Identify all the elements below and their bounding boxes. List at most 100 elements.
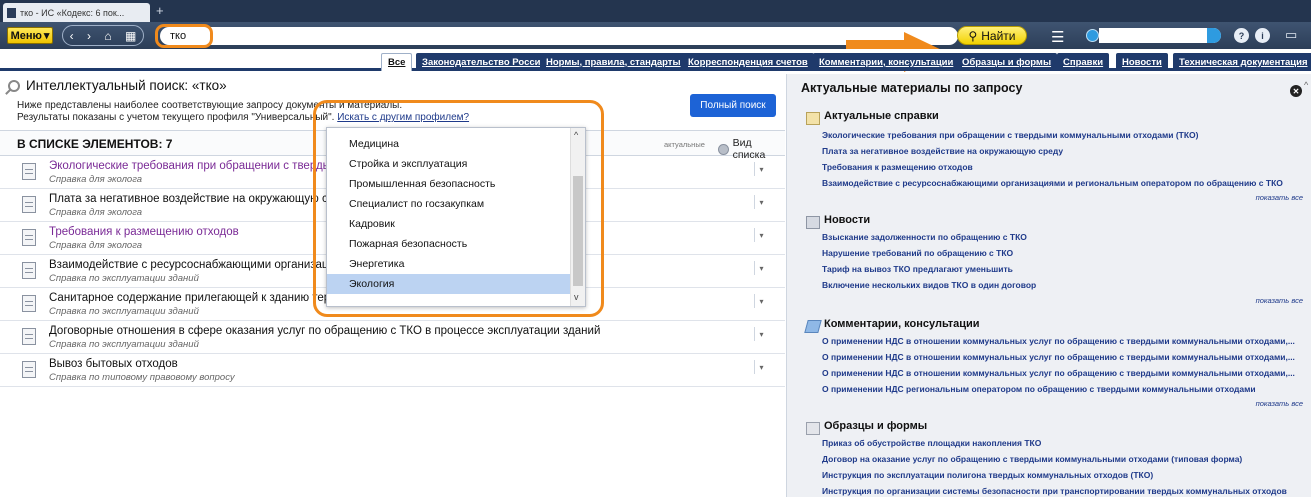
scroll-up-icon[interactable]: ^	[574, 130, 578, 140]
chevron-down-icon[interactable]: ▾	[754, 294, 768, 308]
show-all-link[interactable]: показать все	[1256, 193, 1303, 202]
form-icon	[806, 422, 820, 435]
form-link[interactable]: Инструкция по организации системы безопа…	[822, 486, 1287, 496]
chevron-down-icon[interactable]: ▾	[754, 360, 768, 374]
document-icon	[7, 7, 16, 18]
reference-link[interactable]: Взаимодействие с ресурсоснабжающими орга…	[822, 178, 1283, 188]
profile-option[interactable]: Пожарная безопасность	[327, 234, 571, 254]
section-title-news: Новости	[824, 214, 871, 226]
document-title[interactable]: Вывоз бытовых отходов	[49, 358, 178, 370]
tab-all[interactable]: Все	[381, 53, 413, 71]
profile-description: Результаты показаны с учетом текущего пр…	[17, 112, 469, 123]
tab-comments[interactable]: Комментарии, консультации	[813, 53, 960, 71]
user-field-toggle[interactable]	[1207, 28, 1221, 43]
document-icon	[22, 196, 36, 213]
document-row[interactable]: Договорные отношения в сфере оказания ус…	[0, 321, 785, 354]
reference-link[interactable]: Экологические требования при обращении с…	[822, 130, 1198, 140]
profile-option[interactable]: Энергетика	[327, 254, 571, 274]
browser-tab-strip: тко - ИС «Кодекс: 6 пок... +	[0, 0, 1311, 22]
scroll-down-icon[interactable]: v	[574, 292, 579, 302]
tab-technical-docs[interactable]: Техническая документация	[1173, 53, 1311, 71]
comment-link[interactable]: О применении НДС в отношении коммунальны…	[822, 368, 1295, 378]
show-all-link[interactable]: показать все	[1256, 296, 1303, 305]
reference-link[interactable]: Требования к размещению отходов	[822, 162, 973, 172]
document-icon	[22, 328, 36, 345]
app-toolbar: Меню ▾ ‹ › ⌂ ▦ ⚲ Найти ☰ ? i ▭	[0, 22, 1311, 72]
actual-filter-link[interactable]: актуальные	[664, 140, 705, 149]
category-tabs: Все Законодательство России Нормы, прави…	[0, 49, 1311, 71]
chevron-down-icon: ▾	[43, 30, 50, 42]
scroll-up-icon[interactable]: ^	[1304, 80, 1308, 90]
comment-link[interactable]: О применении НДС региональным оператором…	[822, 384, 1256, 394]
chevron-down-icon[interactable]: ▾	[754, 327, 768, 341]
search-input[interactable]	[160, 27, 958, 45]
document-title[interactable]: Договорные отношения в сфере оказания ус…	[49, 325, 600, 337]
news-link[interactable]: Нарушение требований по обращению с ТКО	[822, 248, 1013, 258]
navigation-group: ‹ › ⌂ ▦	[62, 25, 144, 46]
show-all-link[interactable]: показать все	[1256, 399, 1303, 408]
document-subtitle: Справка по эксплуатации зданий	[49, 339, 199, 350]
new-tab-button[interactable]: +	[156, 3, 164, 18]
menu-button[interactable]: Меню ▾	[7, 27, 53, 44]
browser-tab[interactable]: тко - ИС «Кодекс: 6 пок...	[3, 3, 150, 22]
profile-option[interactable]: Кадровик	[327, 214, 571, 234]
user-field[interactable]	[1099, 28, 1221, 43]
profile-option[interactable]: Промышленная безопасность	[327, 174, 571, 194]
close-icon[interactable]: ✕	[1290, 85, 1302, 97]
tab-correspondence[interactable]: Корреспонденция счетов	[682, 53, 814, 71]
document-title[interactable]: Требования к размещению отходов	[49, 226, 239, 238]
document-row[interactable]: Вывоз бытовых отходов Справка по типовом…	[0, 354, 785, 387]
section-title-references: Актуальные справки	[824, 110, 939, 122]
chevron-down-icon[interactable]: ▾	[754, 228, 768, 242]
profile-option[interactable]: Стройка и эксплуатация	[327, 154, 571, 174]
profile-option[interactable]: Медицина	[327, 134, 571, 154]
chat-icon[interactable]: ▭	[1285, 27, 1297, 43]
document-subtitle: Справка по типовому правовому вопросу	[49, 372, 235, 383]
results-description: Ниже представлены наиболее соответствующ…	[17, 100, 403, 111]
tab-forms[interactable]: Образцы и формы	[956, 53, 1058, 71]
profile-option[interactable]: Специалист по госзакупкам	[327, 194, 571, 214]
form-link[interactable]: Приказ об обустройстве площадки накоплен…	[822, 438, 1041, 448]
form-link[interactable]: Договор на оказание услуг по обращению с…	[822, 454, 1242, 464]
user-icon[interactable]	[1086, 29, 1099, 42]
tab-legislation[interactable]: Законодательство России	[416, 53, 553, 71]
home-icon[interactable]: ⌂	[104, 29, 111, 43]
menu-button-label: Меню	[10, 29, 42, 42]
section-title-comments: Комментарии, консультации	[824, 318, 980, 330]
find-button-label: Найти	[981, 28, 1016, 43]
info-icon[interactable]: i	[1255, 28, 1270, 43]
chevron-down-icon[interactable]: ▾	[754, 195, 768, 209]
document-title[interactable]: Плата за негативное воздействие на окруж…	[49, 193, 353, 205]
profile-dropdown[interactable]: Медицина Стройка и эксплуатация Промышле…	[326, 127, 586, 307]
tab-norms[interactable]: Нормы, правила, стандарты	[540, 53, 687, 71]
chevron-down-icon[interactable]: ▾	[754, 261, 768, 275]
news-link[interactable]: Включение нескольких видов ТКО в один до…	[822, 280, 1036, 290]
other-profile-link[interactable]: Искать с другим профилем?	[337, 112, 469, 123]
comment-link[interactable]: О применении НДС в отношении коммунальны…	[822, 336, 1295, 346]
chevron-down-icon[interactable]: ▾	[754, 162, 768, 176]
pen-icon	[804, 320, 822, 333]
comment-link[interactable]: О применении НДС в отношении коммунальны…	[822, 352, 1295, 362]
hamburger-icon[interactable]: ☰	[1051, 28, 1064, 46]
news-link[interactable]: Тариф на вывоз ТКО предлагают уменьшить	[822, 264, 1013, 274]
profile-option-selected[interactable]: Экология	[327, 274, 571, 294]
tab-news[interactable]: Новости	[1116, 53, 1168, 71]
help-icon[interactable]: ?	[1234, 28, 1249, 43]
form-link[interactable]: Инструкция по эксплуатации полигона твер…	[822, 470, 1153, 480]
full-search-button[interactable]: Полный поиск	[690, 94, 776, 117]
reference-link[interactable]: Плата за негативное воздействие на окруж…	[822, 146, 1063, 156]
find-button[interactable]: ⚲ Найти	[957, 26, 1027, 45]
grid-icon[interactable]: ▦	[125, 29, 136, 43]
page-title: Интеллектуальный поиск: «тко»	[26, 78, 227, 93]
document-icon	[22, 361, 36, 378]
list-count: В СПИСКЕ ЭЛЕМЕНТОВ: 7	[17, 137, 173, 151]
scrollbar-thumb[interactable]	[573, 176, 583, 286]
document-icon	[22, 163, 36, 180]
forward-arrow-icon[interactable]: ›	[87, 29, 91, 43]
dropdown-scrollbar[interactable]: ^ v	[570, 128, 585, 306]
related-materials-panel: Актуальные материалы по запросу ✕ ^ Акту…	[786, 74, 1311, 497]
news-link[interactable]: Взыскание задолженности по обращению с Т…	[822, 232, 1027, 242]
document-subtitle: Справка по эксплуатации зданий	[49, 273, 199, 284]
back-arrow-icon[interactable]: ‹	[70, 29, 74, 43]
tab-references[interactable]: Справки	[1057, 53, 1110, 71]
